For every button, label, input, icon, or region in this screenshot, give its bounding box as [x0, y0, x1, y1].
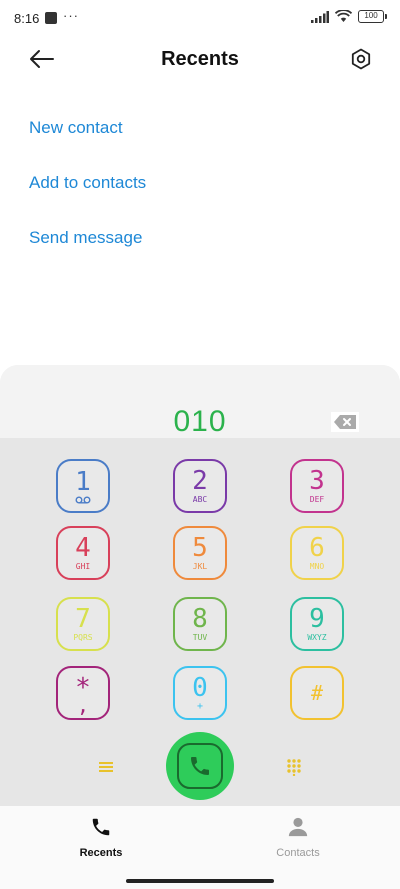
voicemail-icon: [75, 496, 91, 504]
key-letters: GHI: [75, 561, 91, 571]
signal-icon: [311, 10, 329, 23]
backspace-icon: [334, 415, 356, 429]
more-notifications-icon: ···: [63, 8, 79, 23]
key-letters: WXYZ: [307, 632, 327, 642]
key-letters: TUV: [192, 632, 208, 642]
key-9[interactable]: 9 WXYZ: [290, 597, 344, 651]
send-message-link[interactable]: Send message: [29, 228, 142, 248]
dialer-panel: 010 1 2 ABC 3 DEF 4 GHI 5 JKL 6 MNO 7 PQ…: [0, 365, 400, 806]
new-contact-link[interactable]: New contact: [29, 118, 123, 138]
key-digit: 0: [192, 672, 208, 703]
tab-recents[interactable]: Recents: [41, 816, 161, 859]
call-button[interactable]: [166, 732, 234, 800]
notification-icon: [45, 12, 57, 24]
status-bar: 8:16 ··· 100: [0, 0, 400, 36]
key-4[interactable]: 4 GHI: [56, 526, 110, 580]
phone-icon: [92, 818, 110, 836]
key-digit: 3: [309, 465, 325, 496]
key-3[interactable]: 3 DEF: [290, 459, 344, 513]
home-indicator[interactable]: [126, 879, 274, 883]
keypad: 1 2 ABC 3 DEF 4 GHI 5 JKL 6 MNO 7 PQRS 8…: [0, 438, 400, 806]
keypad-toggle-button[interactable]: [280, 753, 308, 781]
key-digit: 8: [192, 603, 208, 634]
key-letters: MNO: [309, 561, 325, 571]
settings-button[interactable]: [346, 44, 376, 74]
add-to-contacts-link[interactable]: Add to contacts: [29, 173, 146, 193]
tab-recents-label: Recents: [79, 847, 123, 859]
tab-contacts-label: Contacts: [276, 847, 320, 859]
key-1[interactable]: 1: [56, 459, 110, 513]
key-star[interactable]: * ,: [56, 666, 110, 720]
key-letters: ,: [76, 693, 90, 717]
tab-contacts[interactable]: Contacts: [238, 816, 358, 859]
digits-row: 010: [0, 365, 400, 438]
key-letters: JKL: [192, 561, 208, 571]
key-8[interactable]: 8 TUV: [173, 597, 227, 651]
key-digit: 7: [75, 603, 91, 634]
key-6[interactable]: 6 MNO: [290, 526, 344, 580]
backspace-button[interactable]: [331, 412, 359, 432]
bottom-nav: Recents Contacts: [0, 806, 400, 889]
key-letters: +: [196, 700, 204, 712]
page-title: Recents: [161, 48, 239, 70]
call-button-frame: [177, 743, 223, 789]
status-time: 8:16: [14, 11, 40, 26]
key-0[interactable]: 0 +: [173, 666, 227, 720]
key-2[interactable]: 2 ABC: [173, 459, 227, 513]
key-digit: 1: [75, 466, 91, 497]
wifi-icon: [335, 10, 352, 22]
key-letters: ABC: [192, 494, 208, 504]
phone-icon: [191, 757, 209, 775]
battery-icon: 100: [358, 10, 387, 23]
key-5[interactable]: 5 JKL: [173, 526, 227, 580]
key-digit: 9: [309, 603, 325, 634]
key-digit: 4: [75, 532, 91, 563]
keypad-grid-icon: [287, 759, 301, 776]
key-digit: #: [310, 681, 324, 705]
key-digit: 6: [309, 532, 325, 563]
settings-hexagon-icon: [351, 48, 371, 70]
menu-icon: [99, 762, 113, 772]
person-icon: [288, 817, 308, 837]
key-letters: PQRS: [73, 632, 93, 642]
key-7[interactable]: 7 PQRS: [56, 597, 110, 651]
key-letters: DEF: [309, 494, 325, 504]
key-hash[interactable]: #: [290, 666, 344, 720]
key-digit: 5: [192, 532, 208, 563]
key-digit: 2: [192, 465, 208, 496]
header: Recents: [0, 36, 400, 82]
dialer-menu-button[interactable]: [92, 753, 120, 781]
